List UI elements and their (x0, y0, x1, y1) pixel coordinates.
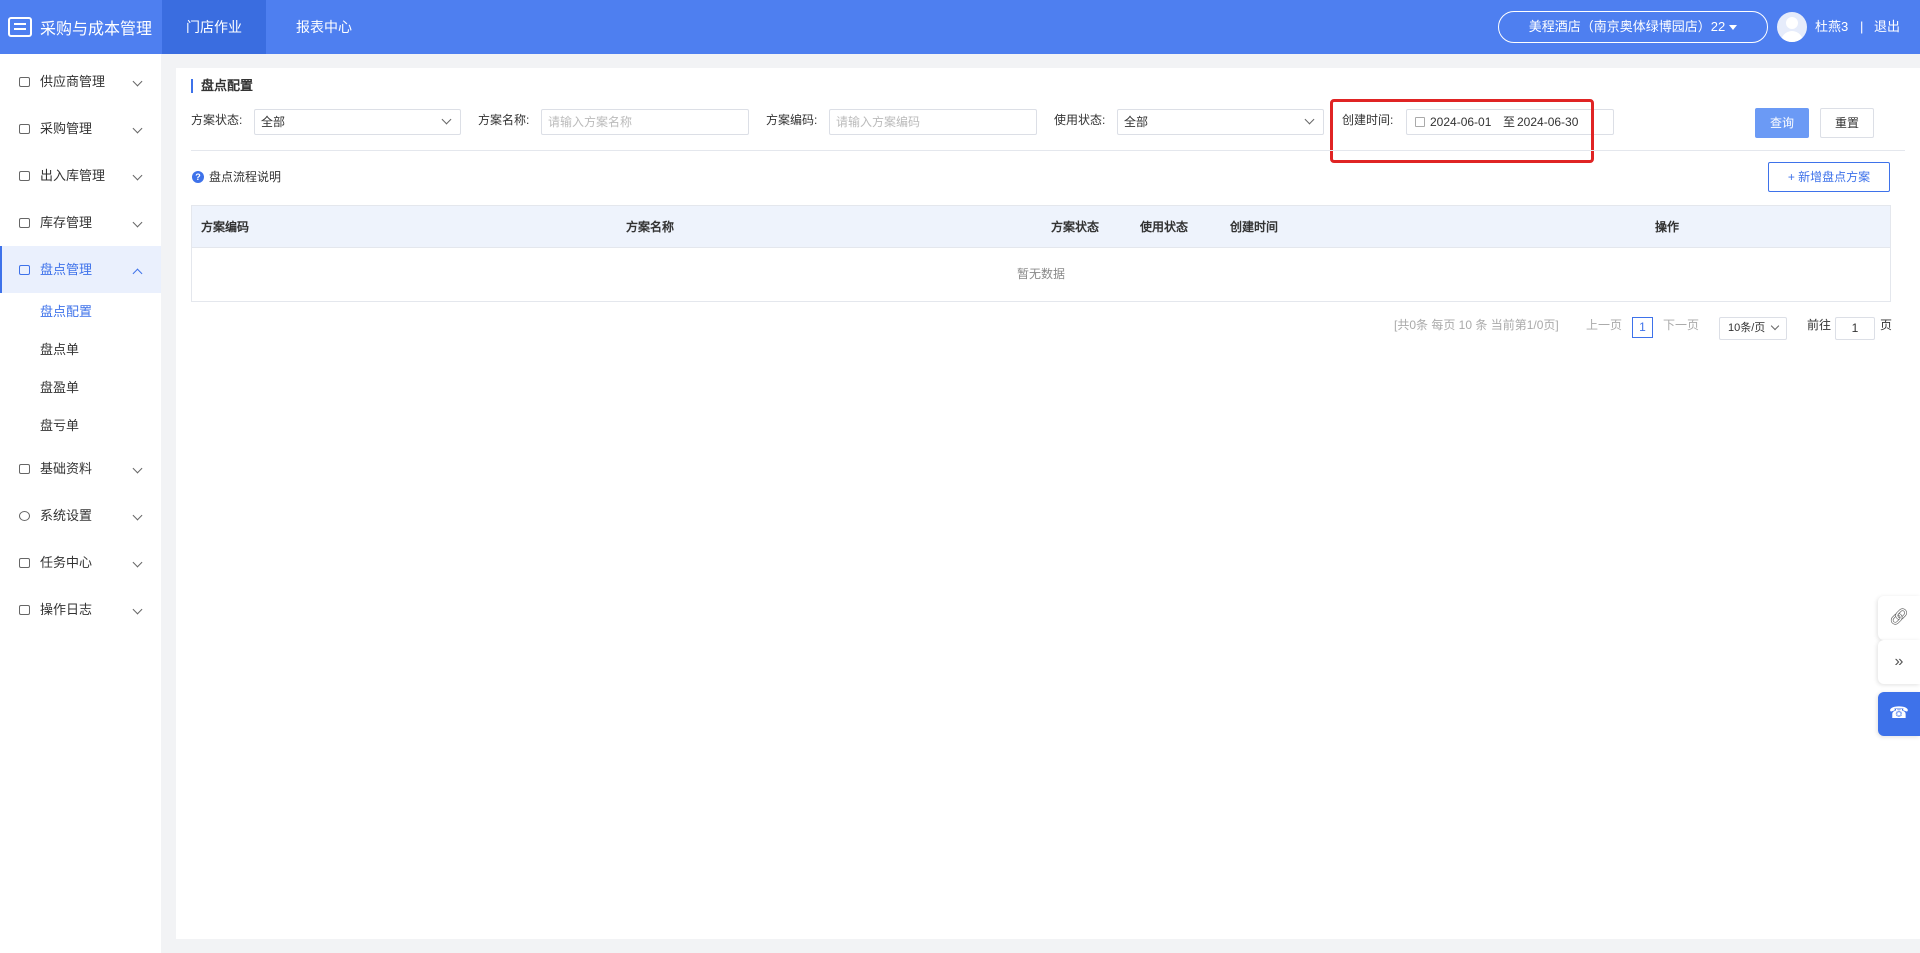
sidebar-subitem-stocktake-config[interactable]: 盘点配置 (0, 293, 161, 331)
sidebar-item-label: 盘点管理 (40, 262, 93, 277)
sidebar-item-supplier[interactable]: 供应商管理 (0, 58, 161, 105)
table-header: 方案编码 方案名称 方案状态 使用状态 创建时间 操作 (192, 206, 1890, 248)
plan-name-label: 方案名称: (478, 113, 530, 127)
goto-page-input[interactable]: 1 (1835, 317, 1875, 340)
basic-data-icon (19, 464, 30, 474)
settings-icon (19, 511, 30, 521)
query-button[interactable]: 查询 (1755, 108, 1809, 138)
link-icon[interactable]: 🔗︎ (1878, 596, 1920, 640)
separator: | (1860, 19, 1864, 34)
filter-divider (191, 150, 1905, 151)
question-icon: ? (192, 171, 204, 183)
sidebar-item-settings[interactable]: 系统设置 (0, 492, 161, 539)
sidebar-subitem-surplus-sheet[interactable]: 盘盈单 (0, 369, 161, 407)
sidebar-item-operation-log[interactable]: 操作日志 (0, 586, 161, 633)
stocktake-icon (19, 265, 30, 275)
column-created-time: 创建时间 (1230, 220, 1279, 234)
sidebar-subitem-loss-sheet[interactable]: 盘亏单 (0, 407, 161, 445)
avatar[interactable] (1777, 12, 1807, 42)
main-panel: 盘点配置 方案状态: 全部 方案名称: 请输入方案名称 方案编码: 请输入方案编… (176, 68, 1920, 939)
plan-table: 方案编码 方案名称 方案状态 使用状态 创建时间 操作 暂无数据 (191, 205, 1891, 302)
chevron-down-icon (132, 217, 143, 228)
sidebar-item-basic-data[interactable]: 基础资料 (0, 445, 161, 492)
column-actions: 操作 (1655, 220, 1680, 234)
plan-code-label: 方案编码: (766, 113, 818, 127)
column-plan-code: 方案编码 (201, 220, 250, 234)
chevron-down-icon (132, 76, 143, 87)
highlight-box (1330, 99, 1594, 163)
page-number-1[interactable]: 1 (1632, 317, 1653, 338)
page-size-value: 10条/页 (1728, 322, 1766, 334)
plan-name-input[interactable]: 请输入方案名称 (541, 109, 749, 135)
reset-button[interactable]: 重置 (1820, 108, 1874, 138)
chevron-down-icon (132, 510, 143, 521)
prev-page-button[interactable]: 上一页 (1586, 318, 1622, 332)
plan-status-value: 全部 (261, 115, 286, 129)
column-plan-status: 方案状态 (1051, 220, 1100, 234)
help-text: 盘点流程说明 (209, 170, 282, 184)
sidebar-item-label: 供应商管理 (40, 74, 106, 89)
sidebar-item-task-center[interactable]: 任务中心 (0, 539, 161, 586)
column-plan-name: 方案名称 (626, 220, 675, 234)
page-suffix: 页 (1880, 318, 1893, 332)
sidebar-item-stock-io[interactable]: 出入库管理 (0, 152, 161, 199)
use-status-select[interactable]: 全部 (1117, 109, 1324, 135)
add-stocktake-plan-button[interactable]: + 新增盘点方案 (1768, 162, 1890, 192)
chevron-down-icon (132, 170, 143, 181)
tab-store-operations[interactable]: 门店作业 (162, 0, 266, 54)
floating-toolbar: 🔗︎ » ☎ (1878, 596, 1920, 736)
goto-label: 前往 (1807, 318, 1832, 332)
purchase-icon (19, 124, 30, 134)
page-size-select[interactable]: 10条/页 (1719, 317, 1787, 340)
chevron-down-icon (441, 114, 452, 125)
chevron-down-icon (132, 123, 143, 134)
column-use-status: 使用状态 (1140, 220, 1189, 234)
next-page-button[interactable]: 下一页 (1663, 318, 1699, 332)
sidebar-item-label: 基础资料 (40, 461, 93, 476)
chevron-up-icon (132, 268, 143, 279)
sidebar-subitem-stocktake-sheet[interactable]: 盘点单 (0, 331, 161, 369)
customer-service-icon[interactable]: ☎ (1878, 692, 1920, 736)
store-name: 美程酒店（南京奥体绿博园店）22 (1528, 19, 1726, 34)
inventory-icon (19, 218, 30, 228)
supplier-icon (19, 77, 30, 87)
chevron-down-icon (132, 463, 143, 474)
use-status-value: 全部 (1124, 115, 1149, 129)
log-icon (19, 605, 30, 615)
stock-io-icon (19, 171, 30, 181)
sidebar: 供应商管理 采购管理 出入库管理 库存管理 盘点管理 盘点配置 盘点单 盘盈单 … (0, 54, 161, 953)
store-selector[interactable]: 美程酒店（南京奥体绿博园店）22 (1498, 11, 1768, 43)
sidebar-item-stocktake[interactable]: 盘点管理 (0, 246, 161, 293)
plan-status-select[interactable]: 全部 (254, 109, 461, 135)
stocktake-process-help[interactable]: ? 盘点流程说明 (192, 170, 281, 184)
sidebar-item-label: 采购管理 (40, 121, 93, 136)
empty-state-text: 暂无数据 (1016, 267, 1065, 281)
sidebar-item-purchase[interactable]: 采购管理 (0, 105, 161, 152)
app-logo[interactable]: 采购与成本管理 (8, 0, 152, 54)
use-status-label: 使用状态: (1054, 113, 1106, 127)
sidebar-item-label: 操作日志 (40, 602, 93, 617)
sidebar-item-label: 出入库管理 (40, 168, 106, 183)
top-bar: 采购与成本管理 门店作业 报表中心 美程酒店（南京奥体绿博园店）22 杜燕3 |… (0, 0, 1920, 54)
plan-code-input[interactable]: 请输入方案编码 (829, 109, 1037, 135)
collapse-icon[interactable]: » (1878, 640, 1920, 684)
chevron-down-icon (132, 557, 143, 568)
plan-status-label: 方案状态: (191, 113, 243, 127)
chevron-down-icon (1304, 114, 1315, 125)
page-title: 盘点配置 (191, 79, 253, 93)
logo-icon (8, 17, 32, 37)
caret-down-icon (1729, 25, 1738, 31)
user-name[interactable]: 杜燕3 (1815, 0, 1848, 54)
chevron-down-icon (132, 604, 143, 615)
app-title: 采购与成本管理 (40, 21, 153, 38)
tab-report-center[interactable]: 报表中心 (272, 0, 376, 54)
pagination-summary: [共0条 每页 10 条 当前第1/0页] (1394, 318, 1559, 332)
task-icon (19, 558, 30, 568)
sidebar-item-inventory[interactable]: 库存管理 (0, 199, 161, 246)
sidebar-item-label: 库存管理 (40, 215, 93, 230)
sidebar-item-label: 系统设置 (40, 508, 93, 523)
sidebar-item-label: 任务中心 (40, 555, 93, 570)
logout-link[interactable]: 退出 (1874, 0, 1900, 54)
chevron-down-icon (1770, 321, 1780, 331)
